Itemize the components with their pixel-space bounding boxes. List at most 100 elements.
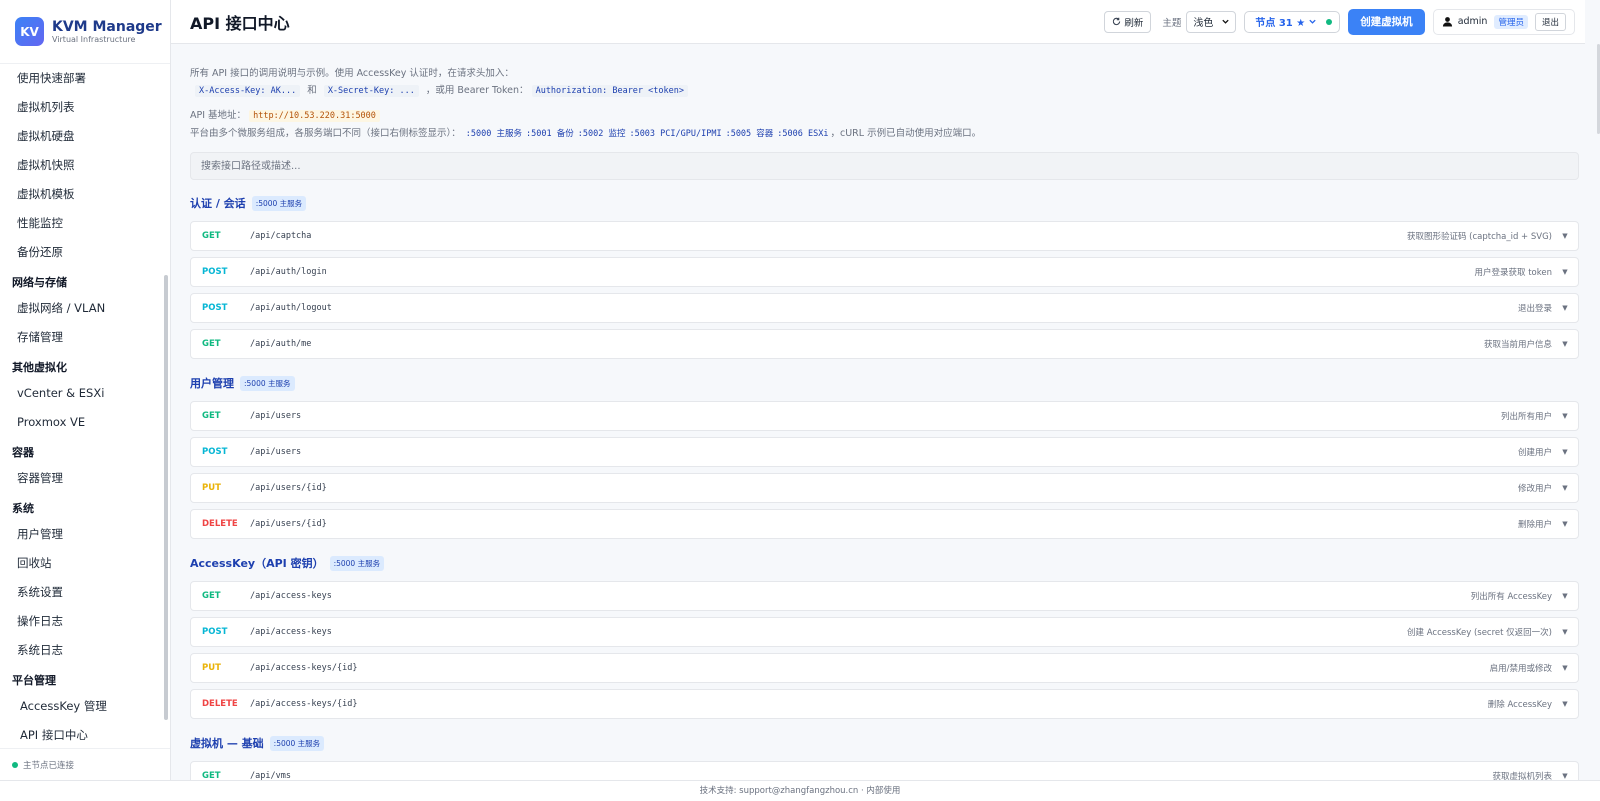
endpoint-description: 列出所有 AccessKey: [1470, 592, 1552, 602]
sidebar-item[interactable]: 虚拟机快照: [0, 151, 165, 180]
endpoint-description: 修改用户: [1517, 484, 1552, 494]
node-selector[interactable]: 节点 31 ★: [1244, 10, 1341, 33]
expand-caret-icon[interactable]: ▼: [1552, 232, 1578, 240]
create-vm-button[interactable]: 创建虚拟机: [1348, 8, 1425, 35]
endpoint-description: 创建用户: [1517, 448, 1552, 458]
endpoint-row[interactable]: GET/api/captcha 获取图形验证码 (captcha_id + SVG…: [190, 221, 1579, 251]
expand-caret-icon[interactable]: ▼: [1552, 304, 1578, 312]
endpoint-row[interactable]: GET/api/auth/me 获取当前用户信息 ▼: [190, 329, 1579, 359]
endpoint-row[interactable]: POST/api/access-keys 创建 AccessKey (secret…: [190, 617, 1579, 647]
sidebar-item[interactable]: 备份还原: [0, 238, 165, 267]
sidebar-item[interactable]: 系统日志: [0, 636, 165, 665]
user-icon: [1442, 17, 1452, 27]
sidebar: KV KVM Manager Virtual Infrastructure 使用…: [0, 0, 171, 780]
endpoint-row[interactable]: GET/api/access-keys 列出所有 AccessKey ▼: [190, 581, 1579, 611]
endpoint-row[interactable]: DELETE/api/users/{id} 删除用户 ▼: [190, 509, 1579, 539]
expand-caret-icon[interactable]: ▼: [1552, 772, 1578, 780]
sidebar-item[interactable]: 系统设置: [0, 578, 165, 607]
endpoint-row[interactable]: POST/api/users 创建用户 ▼: [190, 437, 1579, 467]
http-method-badge: POST: [202, 303, 228, 313]
theme-select[interactable]: 浅色: [1186, 10, 1237, 33]
api-intro: 所有 API 接口的调用说明与示例。使用 AccessKey 认证时，在请求头加…: [190, 65, 1570, 143]
sidebar-group-label: 系统: [12, 502, 34, 515]
sidebar-item[interactable]: 虚拟机列表: [0, 93, 165, 122]
expand-caret-icon[interactable]: ▼: [1552, 448, 1578, 456]
header-secret-code: X-Secret-Key: ...: [323, 85, 419, 97]
http-method-badge: POST: [202, 267, 228, 277]
endpoint-row[interactable]: GET/api/users 列出所有用户 ▼: [190, 401, 1579, 431]
bearer-code: Authorization: Bearer <token>: [531, 85, 688, 97]
sidebar-item[interactable]: 存储管理: [0, 323, 165, 352]
http-method-badge: GET: [202, 591, 221, 601]
endpoint-path: /api/access-keys/{id}: [250, 699, 358, 709]
theme-label: 主题: [1162, 17, 1182, 29]
status-dot-icon: [12, 761, 18, 768]
sidebar-scrollbar[interactable]: [164, 275, 168, 720]
status-text: 主节点已连接: [23, 760, 75, 771]
endpoint-row[interactable]: POST/api/auth/login 用户登录获取 token ▼: [190, 257, 1579, 287]
sidebar-item[interactable]: AccessKey 管理: [0, 692, 165, 721]
sidebar-item[interactable]: vCenter & ESXi: [0, 379, 165, 408]
sidebar-item[interactable]: 虚拟机模板: [0, 180, 165, 209]
expand-caret-icon[interactable]: ▼: [1552, 340, 1578, 348]
endpoint-row[interactable]: GET/api/vms 获取虚拟机列表 ▼: [190, 761, 1579, 780]
expand-caret-icon[interactable]: ▼: [1552, 592, 1578, 600]
expand-caret-icon[interactable]: ▼: [1552, 484, 1578, 492]
endpoint-description: 列出所有用户: [1500, 412, 1552, 422]
endpoint-row[interactable]: DELETE/api/access-keys/{id} 删除 AccessKey ▼: [190, 689, 1579, 719]
expand-caret-icon[interactable]: ▼: [1552, 628, 1578, 636]
sidebar-item[interactable]: 使用快速部署: [0, 64, 165, 93]
sidebar-item[interactable]: 回收站: [0, 549, 165, 578]
endpoint-path: /api/users: [250, 447, 302, 457]
endpoint-path: /api/auth/logout: [250, 303, 332, 313]
http-method-badge: PUT: [202, 483, 221, 493]
brand[interactable]: KV KVM Manager Virtual Infrastructure: [0, 0, 170, 64]
service-port-badge: :5000 主服务: [329, 555, 385, 571]
main-content: 所有 API 接口的调用说明与示例。使用 AccessKey 认证时，在请求头加…: [171, 44, 1585, 780]
sidebar-item[interactable]: API 接口中心: [0, 721, 165, 750]
endpoint-path: /api/users/{id}: [250, 519, 327, 529]
sidebar-nav: 使用快速部署 虚拟机列表 虚拟机硬盘 虚拟机快照 虚拟机模板 性能监控 备份还原 网络与存储虚…: [0, 64, 165, 750]
http-method-badge: GET: [202, 411, 221, 421]
endpoint-row[interactable]: PUT/api/users/{id} 修改用户 ▼: [190, 473, 1579, 503]
sidebar-item[interactable]: 性能监控: [0, 209, 165, 238]
expand-caret-icon[interactable]: ▼: [1552, 520, 1578, 528]
role-badge: 管理员: [1494, 14, 1528, 29]
sidebar-item[interactable]: 操作日志: [0, 607, 165, 636]
service-port-badge: :5000 主服务: [240, 375, 295, 391]
endpoint-description: 获取当前用户信息: [1483, 340, 1552, 350]
section-title: 认证 / 会话: [190, 197, 246, 210]
sidebar-item[interactable]: 虚拟网络 / VLAN: [0, 294, 165, 323]
endpoint-path: /api/vms: [250, 771, 291, 780]
section-title: 虚拟机 — 基础: [190, 737, 264, 750]
http-method-badge: PUT: [202, 663, 221, 673]
endpoint-path: /api/access-keys: [250, 591, 332, 601]
top-header: API 接口中心 刷新 主题 浅色 节点 31 ★ 创建虚拟机 admin 管理…: [171, 0, 1585, 44]
endpoint-path: /api/access-keys/{id}: [250, 663, 358, 673]
expand-caret-icon[interactable]: ▼: [1552, 412, 1578, 420]
chevron-down-icon: [1309, 19, 1316, 24]
expand-caret-icon[interactable]: ▼: [1552, 700, 1578, 708]
sidebar-item[interactable]: 容器管理: [0, 464, 165, 493]
port-tag: :5006 ESXi: [777, 129, 829, 139]
section-header: AccessKey（API 密钥）:5000 主服务: [190, 545, 1579, 581]
user-box: admin 管理员 退出: [1432, 8, 1575, 35]
endpoint-row[interactable]: PUT/api/access-keys/{id} 启用/禁用或修改 ▼: [190, 653, 1579, 683]
port-tag: :5005 容器: [725, 129, 774, 139]
endpoint-path: /api/captcha: [250, 231, 312, 241]
endpoint-description: 删除用户: [1517, 520, 1552, 530]
sidebar-item[interactable]: Proxmox VE: [0, 408, 165, 437]
search-input[interactable]: [190, 152, 1579, 180]
endpoint-path: /api/auth/me: [250, 339, 312, 349]
logout-button[interactable]: 退出: [1534, 12, 1566, 31]
sidebar-item[interactable]: 虚拟机硬盘: [0, 122, 165, 151]
endpoint-row[interactable]: POST/api/auth/logout 退出登录 ▼: [190, 293, 1579, 323]
service-port-badge: :5000 主服务: [269, 735, 325, 751]
sidebar-item[interactable]: 用户管理: [0, 520, 165, 549]
refresh-button[interactable]: 刷新: [1104, 10, 1152, 33]
node-status-dot-icon: [1326, 18, 1333, 25]
sidebar-group-label: 容器: [12, 446, 34, 459]
expand-caret-icon[interactable]: ▼: [1552, 268, 1578, 276]
expand-caret-icon[interactable]: ▼: [1552, 664, 1578, 672]
section-header: 虚拟机 — 基础 :5000 主服务: [190, 725, 1579, 761]
